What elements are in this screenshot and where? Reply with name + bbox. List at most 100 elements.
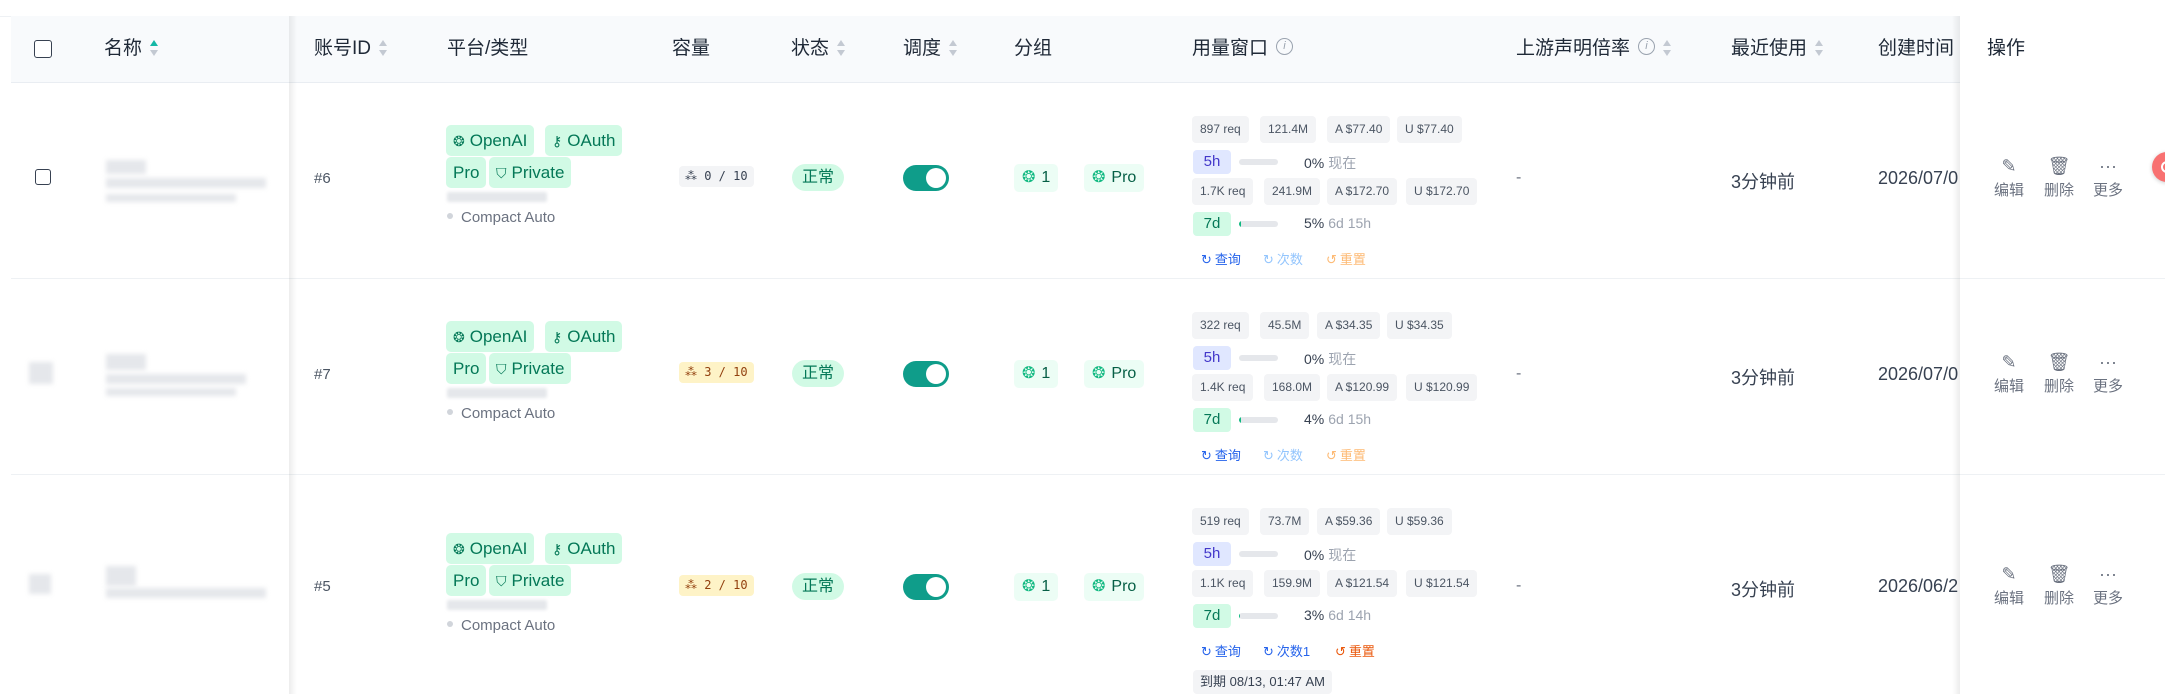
col-name[interactable]: 名称: [104, 16, 159, 82]
info-icon[interactable]: i: [1276, 38, 1294, 56]
openai-icon: ❂: [1022, 578, 1036, 595]
group-name-tag: ❂ Pro: [1084, 573, 1145, 601]
platform-tag-pro: Pro: [446, 565, 487, 596]
reset-button[interactable]: ↺ 重置: [1326, 445, 1366, 464]
sort-icon[interactable]: [379, 39, 388, 57]
usage-a-cost: A $121.54: [1327, 570, 1398, 597]
created-at: 2026/06/2: [1878, 576, 1959, 596]
more-button[interactable]: ··· 更多: [2086, 352, 2130, 396]
upstream-rate: -: [1516, 577, 1522, 594]
reset-button[interactable]: ↺ 重置: [1335, 641, 1375, 660]
usage-u-cost: U $172.70: [1406, 178, 1478, 205]
schedule-toggle[interactable]: [903, 361, 949, 387]
accounts-table: 名称 账号ID 平台/类型 容量 状态 调度 分组 用量窗口 i 上游声明倍率 i …: [11, 16, 2165, 694]
query-button[interactable]: ↻ 查询: [1201, 641, 1241, 660]
table-row: #5 ❂ OpenAI ⚷ OAuth Pro ⛉ Private Compact A…: [11, 474, 2165, 694]
refresh-icon: ↻: [1201, 448, 1212, 463]
status-dot-icon: [447, 621, 453, 628]
edit-icon: ✎: [2001, 564, 2017, 584]
more-icon: ···: [2099, 352, 2117, 372]
compact-mode: Compact Auto: [447, 209, 555, 226]
reset-button[interactable]: ↺ 重置: [1326, 249, 1366, 268]
platform-tag-private: ⛉ Private: [489, 565, 572, 596]
count-button[interactable]: ↻ 次数: [1263, 249, 1303, 268]
platform-tag-pro: Pro: [446, 157, 487, 188]
edit-button[interactable]: ✎ 编辑: [1987, 352, 2031, 396]
group-count-tag: ❂ 1: [1014, 573, 1059, 601]
table-row: #7 ❂ OpenAI ⚷ OAuth Pro ⛉ Private Compact A…: [11, 278, 2165, 475]
row-checkbox-redacted: [29, 574, 51, 594]
more-button[interactable]: ··· 更多: [2086, 156, 2130, 200]
col-status[interactable]: 状态: [791, 16, 846, 82]
refresh-icon: ↻: [1201, 644, 1212, 659]
usage-5h-percent: 0% 现在: [1304, 351, 1357, 367]
sort-icon[interactable]: [1815, 39, 1824, 57]
delete-button[interactable]: 🗑 删除: [2037, 156, 2081, 200]
info-icon[interactable]: i: [1638, 38, 1656, 56]
col-account-id[interactable]: 账号ID: [314, 16, 388, 82]
row-checkbox[interactable]: [35, 169, 51, 185]
account-id: #5: [314, 578, 331, 595]
usage-u-cost: U $120.99: [1406, 374, 1478, 401]
col-group: 分组: [1014, 38, 1053, 59]
capacity-badge: ⁂ 0 / 10: [679, 166, 754, 187]
sort-icon[interactable]: [150, 39, 159, 57]
count-button[interactable]: ↻ 次数1: [1263, 641, 1310, 660]
status-dot-icon: [447, 213, 453, 220]
sort-icon[interactable]: [837, 39, 846, 57]
status-badge: 正常: [792, 573, 845, 600]
usage-req: 1.7K req: [1192, 178, 1254, 205]
openai-icon: ❂: [1092, 578, 1106, 595]
col-platform: 平台/类型: [447, 38, 529, 59]
usage-7d-bar: [1239, 613, 1278, 619]
shield-icon: ⛉: [496, 361, 507, 377]
window-5h-label: 5h: [1193, 150, 1231, 174]
reset-icon: ↺: [1326, 448, 1337, 463]
openai-icon: ❂: [453, 541, 465, 557]
platform-tag-oauth: ⚷ OAuth: [545, 321, 623, 352]
delete-button[interactable]: 🗑 删除: [2037, 564, 2081, 608]
window-7d-label: 7d: [1193, 212, 1231, 236]
sort-icon[interactable]: [1663, 39, 1672, 57]
usage-req: 1.1K req: [1192, 570, 1254, 597]
usage-tokens: 159.9M: [1264, 570, 1321, 597]
delete-button[interactable]: 🗑 删除: [2037, 352, 2081, 396]
account-name-redacted: [106, 566, 136, 586]
schedule-toggle[interactable]: [903, 165, 949, 191]
col-capacity: 容量: [672, 38, 711, 59]
edit-button[interactable]: ✎ 编辑: [1987, 156, 2031, 200]
usage-req: 1.4K req: [1192, 374, 1254, 401]
col-upstream-rate[interactable]: 上游声明倍率 i: [1516, 16, 1672, 82]
col-schedule[interactable]: 调度: [903, 16, 958, 82]
upstream-rate: -: [1516, 169, 1522, 186]
group-name-tag: ❂ Pro: [1084, 164, 1145, 192]
count-button[interactable]: ↻ 次数: [1263, 445, 1303, 464]
usage-5h-percent: 0% 现在: [1304, 155, 1357, 171]
col-actions: 操作: [1987, 38, 2026, 59]
query-button[interactable]: ↻ 查询: [1201, 249, 1241, 268]
account-id: #6: [314, 170, 331, 187]
account-name-redacted: [106, 374, 246, 384]
redacted-line: [447, 192, 547, 202]
usage-a-cost: A $34.35: [1317, 312, 1381, 339]
usage-req: 519 req: [1192, 508, 1249, 535]
status-badge: 正常: [792, 164, 845, 191]
edit-icon: ✎: [2001, 156, 2017, 176]
select-all-checkbox[interactable]: [34, 40, 52, 58]
capacity-badge: ⁂ 2 / 10: [679, 575, 754, 596]
schedule-toggle[interactable]: [903, 574, 949, 600]
more-button[interactable]: ··· 更多: [2086, 564, 2130, 608]
sort-icon[interactable]: [949, 39, 958, 57]
platform-tag-oauth: ⚷ OAuth: [545, 533, 623, 564]
usage-tokens: 73.7M: [1260, 508, 1310, 535]
window-5h-label: 5h: [1193, 346, 1231, 370]
usage-7d-percent: 3% 6d 14h: [1304, 607, 1372, 623]
reset-icon: ↺: [1335, 644, 1346, 659]
last-used: 3分钟前: [1731, 172, 1796, 192]
usage-5h-percent: 0% 现在: [1304, 547, 1357, 563]
edit-button[interactable]: ✎ 编辑: [1987, 564, 2031, 608]
platform-tag-oauth: ⚷ OAuth: [545, 125, 623, 156]
usage-7d-percent: 5% 6d 15h: [1304, 215, 1372, 231]
query-button[interactable]: ↻ 查询: [1201, 445, 1241, 464]
col-last-used[interactable]: 最近使用: [1731, 16, 1824, 82]
